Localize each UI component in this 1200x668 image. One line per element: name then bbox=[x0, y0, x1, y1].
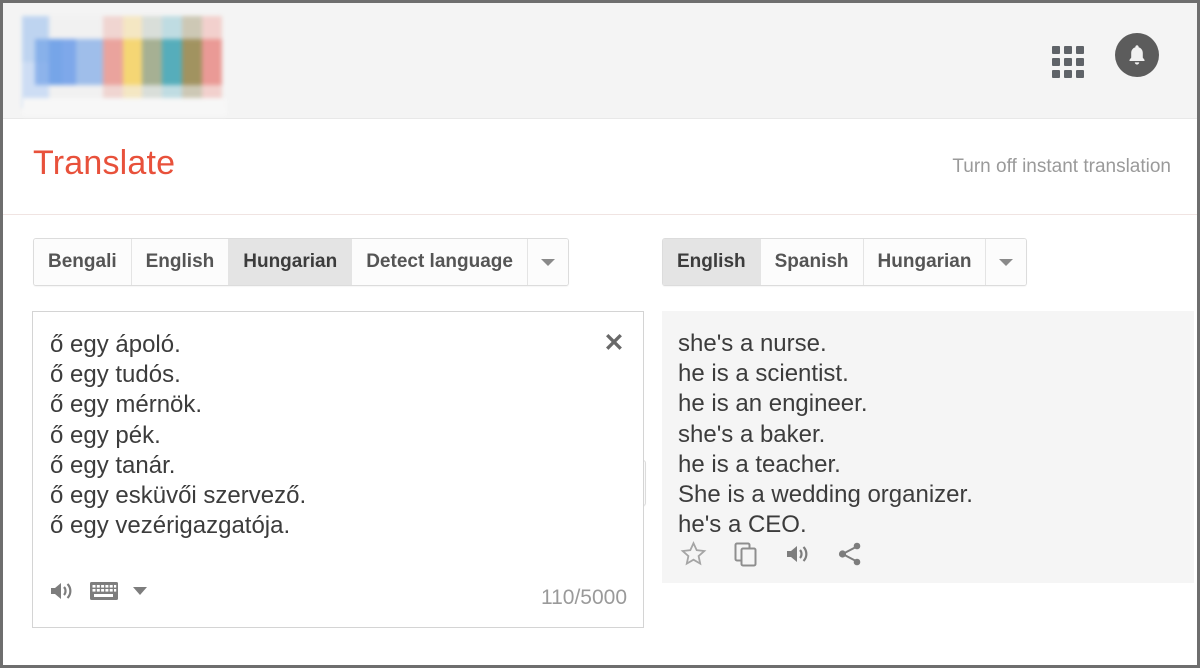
chevron-down-icon bbox=[133, 587, 147, 595]
source-language-tabs: Bengali English Hungarian Detect languag… bbox=[33, 238, 569, 286]
input-method-dropdown[interactable] bbox=[133, 587, 147, 595]
translated-text: she's a nurse. he is a scientist. he is … bbox=[678, 330, 973, 539]
source-tab-hungarian[interactable]: Hungarian bbox=[229, 239, 353, 285]
source-tools bbox=[49, 579, 147, 603]
chevron-down-icon bbox=[540, 258, 555, 266]
logo-color-block bbox=[182, 39, 203, 85]
target-language-dropdown[interactable] bbox=[986, 239, 1027, 285]
speaker-icon[interactable] bbox=[785, 542, 811, 566]
output-tools bbox=[680, 541, 863, 567]
title-row: Translate Turn off instant translation bbox=[3, 120, 1197, 215]
apps-grid-icon[interactable] bbox=[1049, 43, 1087, 81]
logo-color-block bbox=[35, 39, 63, 85]
logo-color-block bbox=[162, 39, 183, 85]
clear-text-button[interactable]: ✕ bbox=[599, 328, 629, 358]
logo-color-block bbox=[122, 39, 143, 85]
chevron-down-icon bbox=[999, 258, 1014, 266]
target-tab-english[interactable]: English bbox=[663, 239, 761, 285]
source-text-panel[interactable]: ő egy ápoló. ő egy tudós. ő egy mérnök. … bbox=[32, 311, 644, 628]
translate-window: Translate Turn off instant translation B… bbox=[0, 0, 1200, 668]
apps-grid-dot bbox=[1076, 46, 1084, 54]
keyboard-icon[interactable] bbox=[89, 580, 119, 602]
logo-color-block bbox=[202, 39, 222, 85]
target-tab-spanish[interactable]: Spanish bbox=[760, 239, 864, 285]
apps-grid-dot bbox=[1064, 46, 1072, 54]
source-tab-english[interactable]: English bbox=[131, 239, 230, 285]
target-tab-hungarian[interactable]: Hungarian bbox=[863, 239, 987, 285]
source-tab-bengali[interactable]: Bengali bbox=[34, 239, 132, 285]
logo-color-block bbox=[75, 39, 103, 85]
logo-color-block bbox=[102, 39, 123, 85]
share-icon[interactable] bbox=[837, 541, 863, 567]
target-language-tabs: English Spanish Hungarian bbox=[662, 238, 1028, 286]
apps-grid-dot bbox=[1052, 58, 1060, 66]
language-bar: Bengali English Hungarian Detect languag… bbox=[3, 216, 1197, 506]
apps-grid-dot bbox=[1052, 46, 1060, 54]
copy-icon[interactable] bbox=[733, 541, 759, 567]
instant-translation-toggle[interactable]: Turn off instant translation bbox=[952, 156, 1171, 178]
source-language-dropdown[interactable] bbox=[527, 239, 568, 285]
logo-shelf bbox=[22, 98, 227, 116]
apps-grid-dot bbox=[1076, 58, 1084, 66]
apps-grid-dot bbox=[1076, 70, 1084, 78]
translate-logo bbox=[22, 16, 222, 108]
translation-output-panel: she's a nurse. he is a scientist. he is … bbox=[662, 311, 1194, 583]
logo-color-block bbox=[142, 39, 163, 85]
apps-grid-dot bbox=[1052, 70, 1060, 78]
bell-icon bbox=[1129, 45, 1145, 65]
speaker-icon[interactable] bbox=[49, 579, 75, 603]
app-bar bbox=[3, 3, 1197, 119]
apps-grid-dot bbox=[1064, 58, 1072, 66]
apps-grid-dot bbox=[1064, 70, 1072, 78]
character-counter: 110/5000 bbox=[540, 586, 627, 609]
star-icon[interactable] bbox=[680, 541, 707, 567]
source-tab-detect-language[interactable]: Detect language bbox=[352, 239, 528, 285]
notifications-button[interactable] bbox=[1115, 33, 1159, 77]
source-panel-footer: 110/5000 bbox=[33, 575, 643, 619]
page-title: Translate bbox=[33, 144, 176, 182]
source-text[interactable]: ő egy ápoló. ő egy tudós. ő egy mérnök. … bbox=[50, 330, 585, 541]
